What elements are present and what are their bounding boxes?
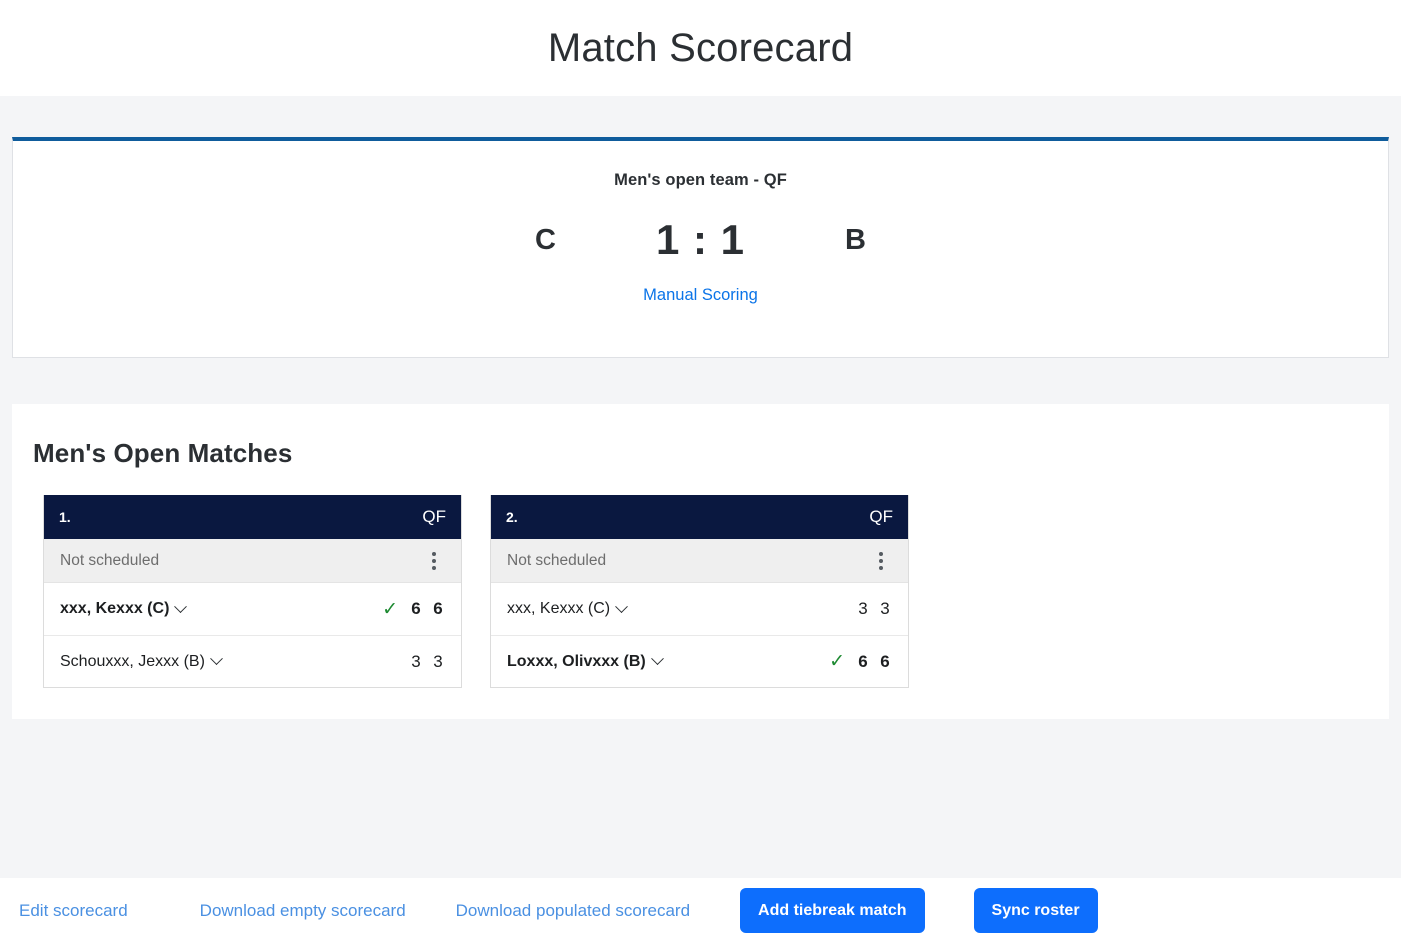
scoreboard-score-row: C 1 : 1 B (13, 216, 1388, 264)
set-score: 6 (880, 651, 890, 671)
match-player-row[interactable]: Loxxx, Olivxxx (B) ✓ 6 6 (491, 635, 908, 687)
match-schedule-row: Not scheduled (44, 539, 461, 583)
sync-roster-button[interactable]: Sync roster (973, 888, 1098, 933)
match-schedule-row: Not scheduled (491, 539, 908, 583)
player-scores: ✓ 6 6 (378, 599, 444, 619)
scoreboard-panel: Men's open team - QF C 1 : 1 B Manual Sc… (12, 137, 1389, 358)
add-tiebreak-match-button[interactable]: Add tiebreak match (740, 888, 925, 933)
matches-panel: Men's Open Matches 1. QF Not scheduled x… (12, 404, 1389, 719)
chevron-down-icon[interactable] (650, 652, 664, 666)
edit-scorecard-link[interactable]: Edit scorecard (19, 901, 128, 921)
page-title: Match Scorecard (547, 26, 854, 70)
match-schedule-text: Not scheduled (507, 551, 607, 569)
set-score: 6 (411, 599, 421, 618)
match-player-row[interactable]: xxx, Kexxx (C) 3 3 (491, 583, 908, 635)
download-populated-scorecard-link[interactable]: Download populated scorecard (456, 901, 690, 921)
page-title-bar: Match Scorecard (0, 0, 1401, 96)
winner-check-icon: ✓ (382, 598, 398, 620)
match-round: QF (422, 507, 446, 526)
match-card-header: 1. QF (44, 495, 461, 539)
player-name-wrapper: Schouxxx, Jexxx (B) (60, 652, 223, 671)
player-name: xxx, Kexxx (C) (60, 600, 170, 617)
chevron-down-icon[interactable] (615, 599, 628, 613)
more-options-icon[interactable] (423, 550, 445, 572)
download-empty-scorecard-link[interactable]: Download empty scorecard (200, 901, 406, 921)
chevron-down-icon[interactable] (210, 652, 223, 666)
away-team-letter: B (845, 223, 866, 256)
match-number: 1. (59, 509, 71, 525)
match-card-header: 2. QF (491, 495, 908, 539)
player-name: Loxxx, Olivxxx (B) (507, 652, 646, 670)
more-options-icon[interactable] (870, 550, 892, 572)
player-name-wrapper: Loxxx, Olivxxx (B) (507, 652, 664, 671)
player-name: xxx, Kexxx (C) (507, 600, 611, 617)
player-scores: 3 3 (378, 652, 444, 672)
set-score: 3 (411, 651, 421, 671)
player-name-wrapper: xxx, Kexxx (C) (507, 599, 628, 618)
manual-scoring-link[interactable]: Manual Scoring (13, 286, 1388, 305)
player-name: Schouxxx, Jexxx (B) (60, 652, 205, 670)
match-card: 1. QF Not scheduled xxx, Kexxx (C) ✓ 6 6 (43, 495, 462, 688)
player-name-wrapper: xxx, Kexxx (C) (60, 599, 188, 618)
spacer-above-footer (0, 719, 1401, 882)
match-number: 2. (506, 509, 518, 525)
match-player-row[interactable]: xxx, Kexxx (C) ✓ 6 6 (44, 583, 461, 635)
set-score: 3 (880, 599, 890, 618)
matches-heading: Men's Open Matches (33, 438, 293, 468)
match-round: QF (869, 507, 893, 526)
footer-action-bar: Edit scorecard Download empty scorecard … (0, 878, 1401, 943)
scoreboard-score: 1 : 1 (655, 216, 746, 263)
chevron-down-icon[interactable] (174, 599, 188, 613)
match-cards-row: 1. QF Not scheduled xxx, Kexxx (C) ✓ 6 6 (12, 495, 1389, 688)
player-scores: ✓ 6 6 (825, 652, 891, 672)
winner-check-icon: ✓ (829, 651, 845, 672)
spacer-above-matches (0, 358, 1401, 404)
scoreboard-subtitle: Men's open team - QF (614, 171, 787, 189)
player-scores: 3 3 (825, 599, 891, 619)
set-score: 6 (858, 651, 868, 671)
spacer-above-scoreboard (0, 96, 1401, 137)
set-score: 6 (433, 599, 443, 618)
match-player-row[interactable]: Schouxxx, Jexxx (B) 3 3 (44, 635, 461, 687)
home-team-letter: C (535, 223, 556, 256)
match-schedule-text: Not scheduled (60, 551, 160, 569)
set-score: 3 (858, 599, 868, 618)
match-card: 2. QF Not scheduled xxx, Kexxx (C) 3 3 L… (490, 495, 909, 688)
set-score: 3 (433, 651, 443, 671)
